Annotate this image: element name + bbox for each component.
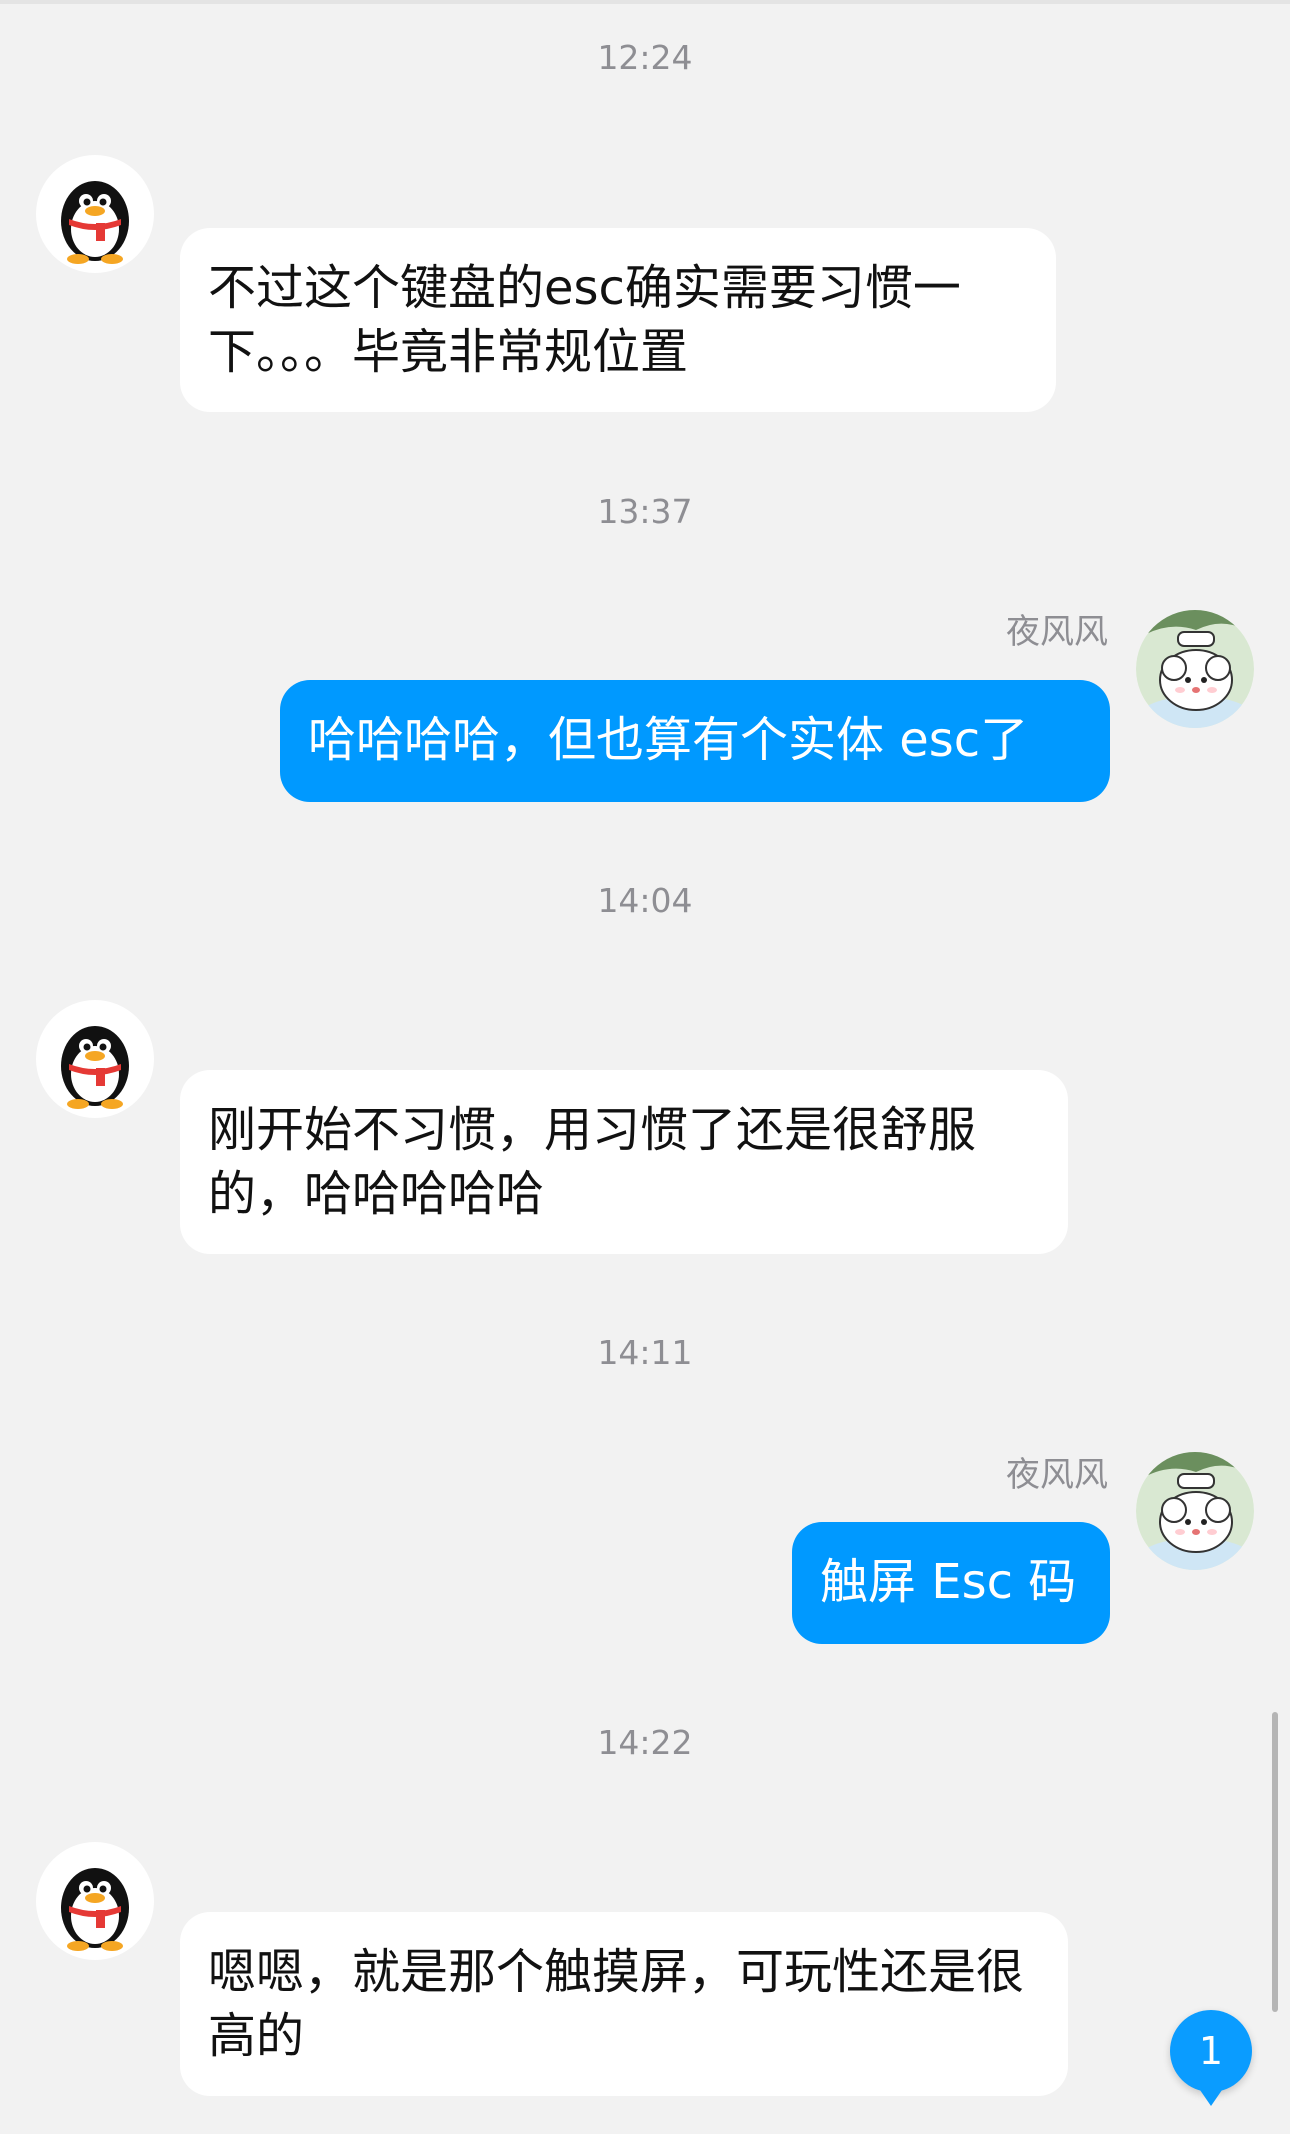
sender-name: 夜风风 xyxy=(1006,612,1108,652)
user-avatar[interactable] xyxy=(1136,1452,1254,1570)
qq-penguin-icon xyxy=(61,181,129,264)
incoming-message-bubble[interactable]: 嗯嗯，就是那个触摸屏，可玩性还是很高的 xyxy=(180,1912,1068,2096)
user-avatar[interactable] xyxy=(1136,610,1254,728)
qq-penguin-icon xyxy=(61,1026,129,1109)
unread-count-badge[interactable]: 1 xyxy=(1170,2010,1252,2106)
message-timestamp: 14:04 xyxy=(597,881,693,920)
message-timestamp: 12:24 xyxy=(597,38,693,77)
contact-avatar-qq-penguin-icon[interactable] xyxy=(36,1842,154,1960)
user-avatar-cartoon-icon xyxy=(1136,610,1254,728)
incoming-message-bubble[interactable]: 刚开始不习惯，用习惯了还是很舒服的，哈哈哈哈哈 xyxy=(180,1070,1068,1254)
message-timestamp: 14:22 xyxy=(597,1723,693,1762)
message-timestamp: 14:11 xyxy=(597,1333,693,1372)
contact-avatar-qq-penguin-icon[interactable] xyxy=(36,1000,154,1118)
message-timestamp: 13:37 xyxy=(597,492,693,531)
outgoing-message-bubble[interactable]: 触屏 Esc 码 xyxy=(792,1522,1110,1644)
scrollbar[interactable] xyxy=(1272,1712,1278,2012)
top-divider xyxy=(0,0,1290,4)
qq-penguin-icon xyxy=(61,1868,129,1951)
sender-name: 夜风风 xyxy=(1006,1455,1108,1495)
contact-avatar-qq-penguin-icon[interactable] xyxy=(36,155,154,273)
outgoing-message-bubble[interactable]: 哈哈哈哈，但也算有个实体 esc了 xyxy=(280,680,1110,802)
incoming-message-bubble[interactable]: 不过这个键盘的esc确实需要习惯一下。。。毕竟非常规位置 xyxy=(180,228,1056,412)
user-avatar-cartoon-icon xyxy=(1136,1452,1254,1570)
